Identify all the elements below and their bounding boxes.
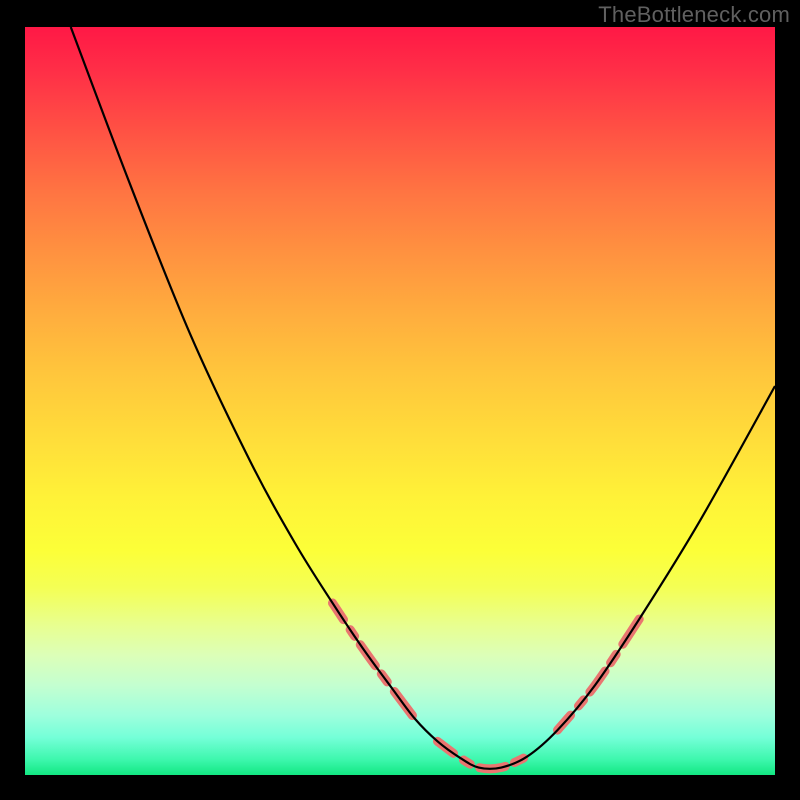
curve-svg (25, 27, 775, 775)
bottleneck-curve (71, 27, 775, 769)
chart-container: TheBottleneck.com (0, 0, 800, 800)
plot-area (25, 27, 775, 775)
watermark-text: TheBottleneck.com (598, 2, 790, 28)
highlight-trough (438, 741, 528, 768)
highlight-right-shoulder (558, 618, 641, 730)
